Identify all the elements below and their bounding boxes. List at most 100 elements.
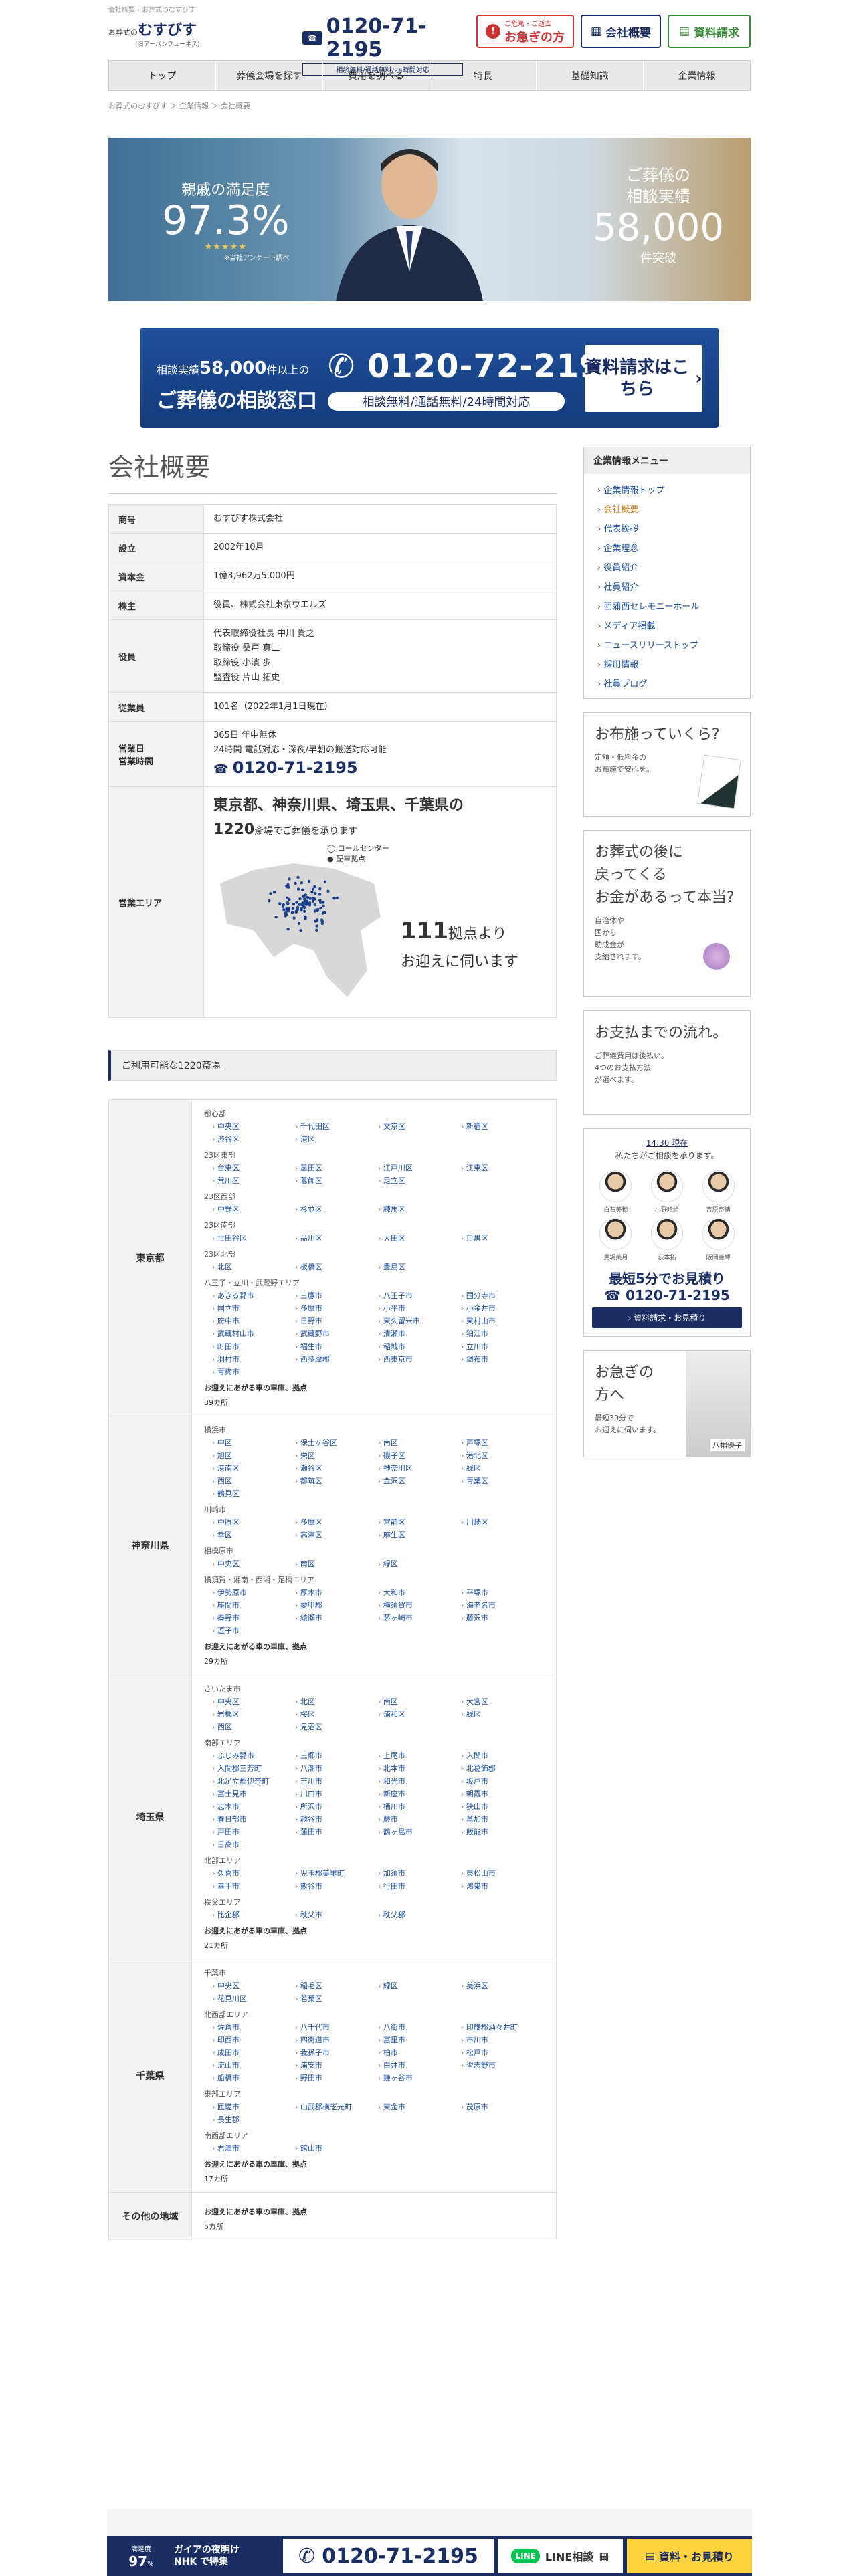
request-button[interactable]: ▤ 資料請求 — [668, 15, 751, 48]
city-link[interactable]: 北区 — [295, 1696, 378, 1707]
city-link[interactable]: 坂戸市 — [461, 1776, 544, 1786]
city-link[interactable]: 三鷹市 — [295, 1290, 378, 1301]
city-link[interactable]: 鎌ヶ谷市 — [378, 2072, 461, 2083]
city-link[interactable]: 中央区 — [212, 1980, 295, 1991]
menu-item[interactable]: 会社概要 — [597, 499, 741, 518]
city-link[interactable]: 国分寺市 — [461, 1290, 544, 1301]
payment-card[interactable]: お支払までの流れ。 ご葬儀費用は後払い。 4つのお支払方法 が選べます。 — [583, 1010, 751, 1115]
city-link[interactable]: 国立市 — [212, 1303, 295, 1313]
city-link[interactable]: 板橋区 — [295, 1261, 378, 1272]
city-link[interactable]: 中区 — [212, 1437, 295, 1448]
line-button[interactable]: LINE LINE相談 ▦ — [497, 2539, 623, 2573]
city-link[interactable]: 八街市 — [378, 2022, 461, 2032]
city-link[interactable]: 加須市 — [378, 1868, 461, 1879]
menu-item[interactable]: 社員ブログ — [597, 673, 741, 693]
city-link[interactable]: 横須賀市 — [378, 1600, 461, 1610]
city-link[interactable]: 鴻巣市 — [461, 1881, 544, 1891]
city-link[interactable]: 蕨市 — [378, 1814, 461, 1824]
company-button[interactable]: ▦ 会社概要 — [581, 15, 661, 48]
city-link[interactable]: 東久留米市 — [378, 1315, 461, 1326]
city-link[interactable]: 野田市 — [295, 2072, 378, 2083]
menu-item[interactable]: 企業理念 — [597, 538, 741, 557]
city-link[interactable]: 台東区 — [212, 1162, 295, 1173]
city-link[interactable]: 富士見市 — [212, 1788, 295, 1799]
city-link[interactable]: 上尾市 — [378, 1750, 461, 1761]
city-link[interactable]: 緑区 — [461, 1709, 544, 1719]
city-link[interactable]: 若葉区 — [295, 1993, 378, 2004]
city-link[interactable]: 文京区 — [378, 1121, 461, 1132]
city-link[interactable]: 練馬区 — [378, 1204, 461, 1214]
city-link[interactable]: 鶴見区 — [212, 1488, 295, 1499]
city-link[interactable]: 八千代市 — [295, 2022, 378, 2032]
city-link[interactable]: 児玉郡美里町 — [295, 1868, 378, 1879]
city-link[interactable]: 中央区 — [212, 1558, 295, 1569]
city-link[interactable]: 習志野市 — [461, 2060, 544, 2070]
nav-basics[interactable]: 基礎知識 — [537, 61, 644, 90]
city-link[interactable]: 日野市 — [295, 1315, 378, 1326]
city-link[interactable]: 清瀬市 — [378, 1328, 461, 1339]
city-link[interactable]: 足立区 — [378, 1175, 461, 1186]
cta-request-button[interactable]: 資料請求はこちら › — [585, 345, 702, 412]
city-link[interactable]: 久喜市 — [212, 1868, 295, 1879]
city-link[interactable]: 小金井市 — [461, 1303, 544, 1313]
city-link[interactable]: 西区 — [212, 1721, 295, 1732]
city-link[interactable]: 匝瑳市 — [212, 2101, 295, 2112]
city-link[interactable]: 茅ヶ崎市 — [378, 1612, 461, 1623]
city-link[interactable]: 高津区 — [295, 1529, 378, 1540]
city-link[interactable]: 八王子市 — [378, 1290, 461, 1301]
city-link[interactable]: 調布市 — [461, 1354, 544, 1364]
city-link[interactable]: 我孫子市 — [295, 2047, 378, 2058]
city-link[interactable]: 瀬谷区 — [295, 1463, 378, 1473]
city-link[interactable]: 多摩区 — [295, 1517, 378, 1527]
city-link[interactable]: 蓮田市 — [295, 1826, 378, 1837]
city-link[interactable]: 入間郡三芳町 — [212, 1763, 295, 1774]
city-link[interactable]: あきる野市 — [212, 1290, 295, 1301]
menu-item[interactable]: メディア掲載 — [597, 615, 741, 635]
logo[interactable]: お葬式のむすびす (旧アーバンフューネス) — [108, 18, 242, 48]
city-link[interactable]: 青梅市 — [212, 1366, 295, 1377]
city-link[interactable]: 府中市 — [212, 1315, 295, 1326]
city-link[interactable]: 緑区 — [378, 1558, 461, 1569]
city-link[interactable]: 入間市 — [461, 1750, 544, 1761]
city-link[interactable]: 江戸川区 — [378, 1162, 461, 1173]
staff-phone[interactable]: ☎ 0120-71-2195 — [592, 1287, 742, 1303]
city-link[interactable]: 秩父郡 — [378, 1909, 461, 1920]
city-link[interactable]: 茂原市 — [461, 2101, 544, 2112]
city-link[interactable]: 愛甲郡 — [295, 1600, 378, 1610]
city-link[interactable]: 桜区 — [295, 1709, 378, 1719]
city-link[interactable]: 松戸市 — [461, 2047, 544, 2058]
city-link[interactable]: 北葛飾郡 — [461, 1763, 544, 1774]
menu-item[interactable]: 採用情報 — [597, 654, 741, 673]
city-link[interactable]: 荒川区 — [212, 1175, 295, 1186]
city-link[interactable]: 藤沢市 — [461, 1612, 544, 1623]
city-link[interactable]: 朝霞市 — [461, 1788, 544, 1799]
city-link[interactable]: 立川市 — [461, 1341, 544, 1352]
city-link[interactable]: 館山市 — [295, 2143, 378, 2153]
city-link[interactable]: 浦和区 — [378, 1709, 461, 1719]
city-link[interactable]: 中原区 — [212, 1517, 295, 1527]
city-link[interactable]: 小平市 — [378, 1303, 461, 1313]
city-link[interactable]: 多摩市 — [295, 1303, 378, 1313]
city-link[interactable]: 杉並区 — [295, 1204, 378, 1214]
city-link[interactable]: 大田区 — [378, 1232, 461, 1243]
city-link[interactable]: 伊勢原市 — [212, 1587, 295, 1598]
city-link[interactable]: 中野区 — [212, 1204, 295, 1214]
city-link[interactable]: 西多摩郡 — [295, 1354, 378, 1364]
city-link[interactable]: 稲城市 — [378, 1341, 461, 1352]
city-link[interactable]: 川口市 — [295, 1788, 378, 1799]
urgent-card[interactable]: お急ぎの 方へ 最短30分で お迎えに伺います。 八幡優子 — [583, 1350, 751, 1457]
city-link[interactable]: 墨田区 — [295, 1162, 378, 1173]
city-link[interactable]: 葛飾区 — [295, 1175, 378, 1186]
city-link[interactable]: 世田谷区 — [212, 1232, 295, 1243]
city-link[interactable]: 豊島区 — [378, 1261, 461, 1272]
city-link[interactable]: 旭区 — [212, 1450, 295, 1461]
city-link[interactable]: 和光市 — [378, 1776, 461, 1786]
city-link[interactable]: 北足立郡伊奈町 — [212, 1776, 295, 1786]
city-link[interactable]: 幸区 — [212, 1529, 295, 1540]
city-link[interactable]: 南区 — [378, 1437, 461, 1448]
city-link[interactable]: 羽村市 — [212, 1354, 295, 1364]
city-link[interactable]: 青葉区 — [461, 1475, 544, 1486]
city-link[interactable]: 大宮区 — [461, 1696, 544, 1707]
city-link[interactable]: 印旛郡酒々井町 — [461, 2022, 544, 2032]
city-link[interactable]: 四街道市 — [295, 2034, 378, 2045]
